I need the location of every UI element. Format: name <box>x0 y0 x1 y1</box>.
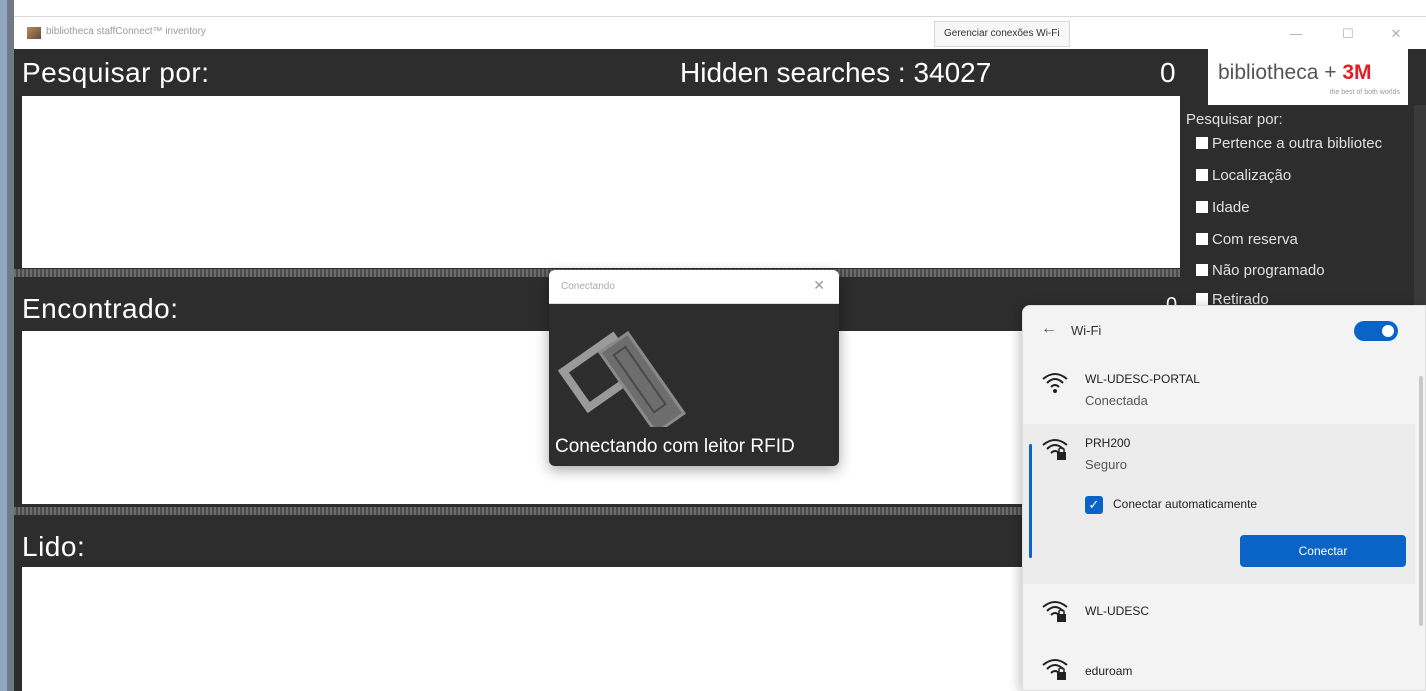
close-window-button[interactable]: ✕ <box>1376 23 1416 45</box>
read-label: Lido: <box>22 531 86 562</box>
wifi-flyout: ← Wi-Fi WL-UDESC-PORTAL Conectada PRH200… <box>1022 305 1426 691</box>
filters-title: Pesquisar por: <box>1186 111 1283 128</box>
logo-tagline: the best of both worlds <box>1329 89 1400 96</box>
app-icon <box>27 27 41 39</box>
logo-partner: 3M <box>1342 61 1372 84</box>
connect-button[interactable]: Conectar <box>1240 535 1406 567</box>
window-titlebar: bibliotheca staffConnect™ inventory Gere… <box>14 16 1426 49</box>
search-count: 0 <box>1160 57 1176 88</box>
splitter-2[interactable] <box>14 507 1180 515</box>
filter-other-library[interactable]: Pertence a outra bibliotec <box>1196 135 1382 152</box>
dialog-message: Conectando com leitor RFID <box>555 436 795 457</box>
search-label: Pesquisar por: <box>22 57 210 88</box>
wifi-scrollbar[interactable] <box>1419 376 1423 626</box>
filter-unscheduled[interactable]: Não programado <box>1196 262 1325 279</box>
filter-location[interactable]: Localização <box>1196 167 1291 184</box>
rfid-reader-icon <box>557 330 687 427</box>
network-status: Conectada <box>1085 393 1148 408</box>
wifi-signal-icon <box>1042 373 1068 393</box>
search-results-panel[interactable] <box>22 96 1180 268</box>
wifi-toggle[interactable] <box>1354 321 1398 341</box>
wifi-title: Wi-Fi <box>1071 323 1102 338</box>
wifi-tooltip: Gerenciar conexões Wi-Fi <box>934 21 1070 47</box>
logo-brand: bibliotheca <box>1218 61 1319 84</box>
dialog-titlebar: Conectando ✕ <box>549 270 839 304</box>
wifi-secured-icon <box>1042 659 1068 680</box>
checkbox-icon[interactable] <box>1196 201 1208 213</box>
dialog-close-icon[interactable]: ✕ <box>813 277 825 294</box>
found-label: Encontrado: <box>22 293 179 324</box>
dialog-title: Conectando <box>561 281 615 292</box>
filter-label: Não programado <box>1212 262 1325 279</box>
network-name: PRH200 <box>1085 436 1131 450</box>
selection-indicator <box>1029 444 1032 558</box>
window-title: bibliotheca staffConnect™ inventory <box>46 26 206 37</box>
read-results-panel[interactable] <box>22 567 1180 691</box>
search-header: Pesquisar por: Hidden searches : 34027 0 <box>14 49 1180 96</box>
filter-age[interactable]: Idade <box>1196 199 1250 216</box>
minimize-button[interactable]: — <box>1276 23 1316 45</box>
auto-connect-label: Conectar automaticamente <box>1113 497 1258 511</box>
read-header: Lido: <box>14 517 1180 564</box>
filter-label: Idade <box>1212 199 1250 216</box>
checkbox-icon[interactable] <box>1196 169 1208 181</box>
checkbox-icon[interactable] <box>1196 137 1208 149</box>
back-arrow-icon[interactable]: ← <box>1041 320 1057 338</box>
wifi-header: ← Wi-Fi <box>1023 306 1425 356</box>
checkbox-icon[interactable] <box>1196 293 1208 305</box>
network-name: eduroam <box>1085 664 1133 678</box>
filter-label: Com reserva <box>1212 231 1298 248</box>
hidden-searches-count: Hidden searches : 34027 <box>680 57 992 88</box>
network-item[interactable]: WL-UDESC <box>1023 586 1415 640</box>
filter-label: Localização <box>1212 167 1292 184</box>
window-left-edge <box>0 0 14 691</box>
connecting-dialog: Conectando ✕ Conectando com leitor RFID <box>549 270 839 466</box>
auto-connect-checkbox[interactable]: ✓ <box>1085 496 1103 514</box>
maximize-button[interactable]: ☐ <box>1328 23 1368 45</box>
checkbox-icon[interactable] <box>1196 233 1208 245</box>
wifi-secured-icon <box>1042 601 1068 622</box>
network-item[interactable]: WL-UDESC-PORTAL Conectada <box>1023 360 1415 422</box>
wifi-secured-icon <box>1042 439 1068 460</box>
filter-label: Pertence a outra bibliotec <box>1212 135 1383 152</box>
network-name: WL-UDESC <box>1085 604 1150 618</box>
checkbox-icon[interactable] <box>1196 264 1208 276</box>
network-name: WL-UDESC-PORTAL <box>1085 372 1200 386</box>
filter-reserved[interactable]: Com reserva <box>1196 231 1298 248</box>
network-status: Seguro <box>1085 457 1127 472</box>
toggle-knob <box>1382 325 1394 337</box>
network-item[interactable]: eduroam <box>1023 644 1415 690</box>
bibliotheca-3m-logo: bibliotheca + 3M the best of both worlds <box>1208 49 1408 105</box>
logo-plus: + <box>1318 61 1343 84</box>
